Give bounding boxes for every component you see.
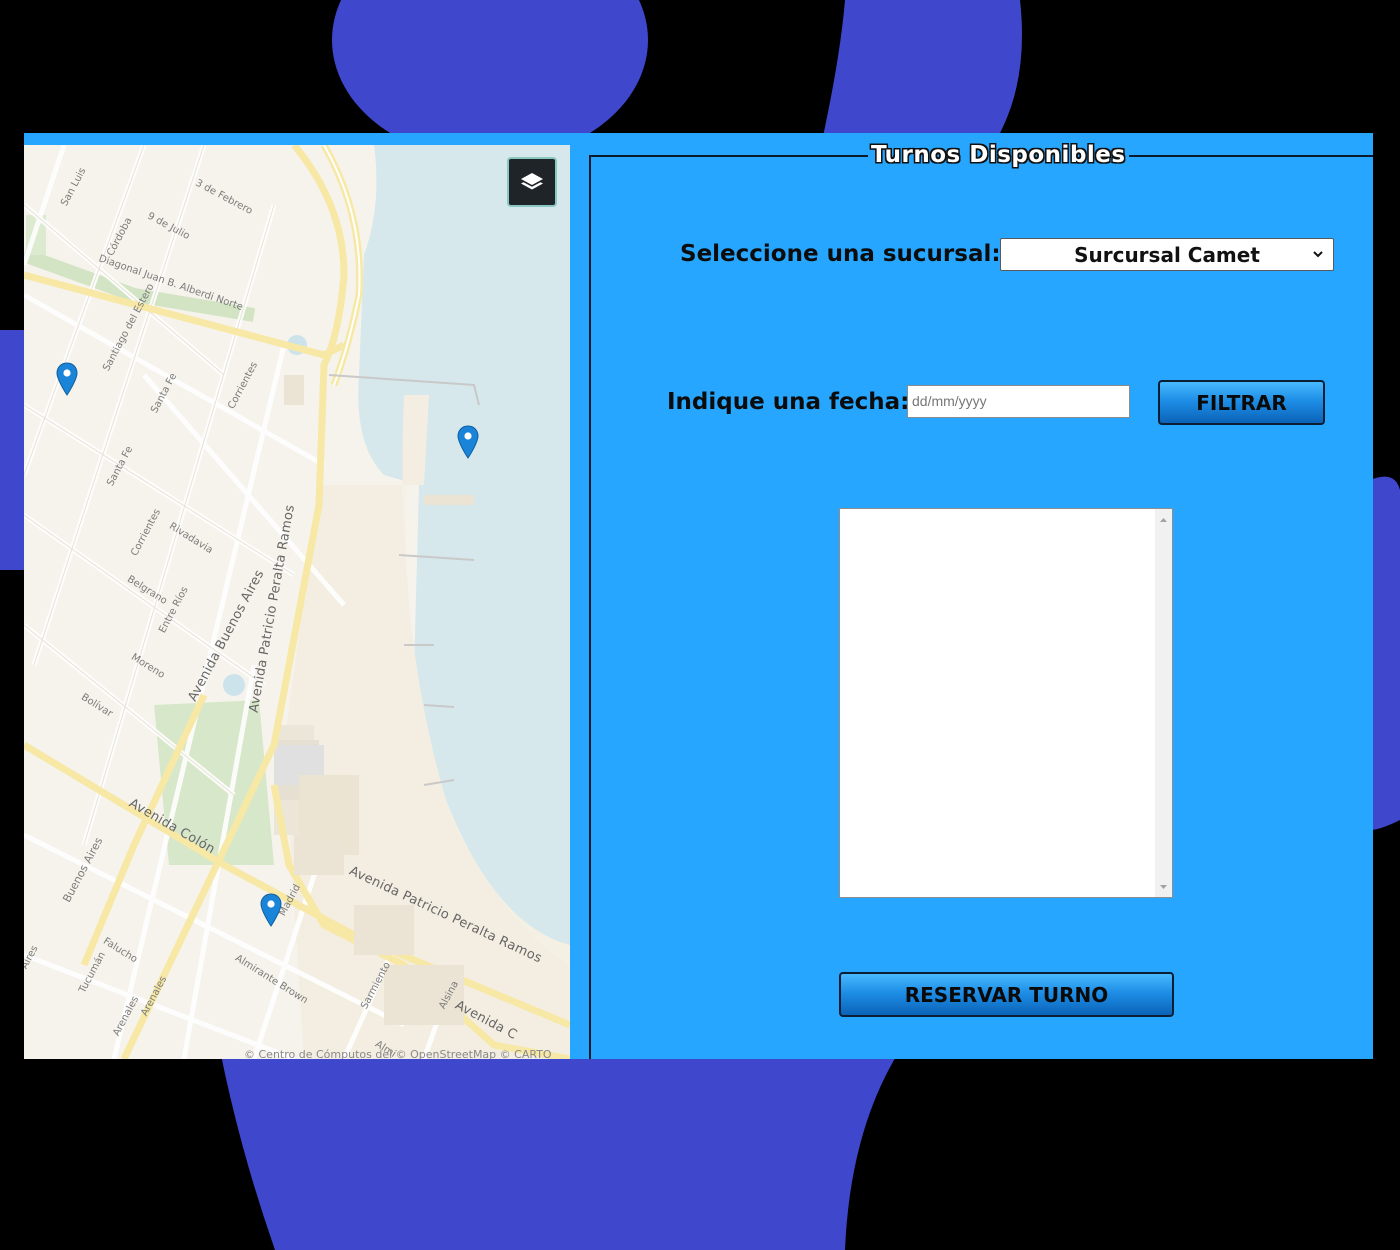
reserve-button[interactable]: RESERVAR TURNO [839,972,1174,1017]
map-tiles [24,145,570,1059]
chevron-down-icon [1313,251,1323,258]
map-marker-icon[interactable] [56,362,78,396]
turnos-listbox[interactable] [839,508,1173,898]
app-window: San Luis 3 de Febrero Córdoba 9 de Julio… [24,133,1373,1059]
branch-label: Seleccione una sucursal: [680,241,1001,267]
date-label: Indique una fecha: [667,389,910,415]
map-attribution[interactable]: © Centro de Cómputos del © OpenStreetMap… [244,1048,552,1059]
listbox-scrollbar[interactable] [1155,509,1172,897]
map-marker-icon[interactable] [260,893,282,927]
filter-button[interactable]: FILTRAR [1158,380,1325,425]
layers-control-button[interactable] [507,157,557,207]
branch-select-value: Surcursal Camet [1074,242,1260,267]
map-marker-icon[interactable] [457,425,479,459]
panel-title: Turnos Disponibles [868,142,1129,168]
scrollbar-arrows-icon [1160,518,1167,889]
map-view[interactable]: San Luis 3 de Febrero Córdoba 9 de Julio… [24,145,570,1059]
date-input[interactable]: dd/mm/yyyy [907,385,1130,418]
branch-select[interactable]: Surcursal Camet [1000,238,1334,271]
layers-icon [521,173,543,190]
